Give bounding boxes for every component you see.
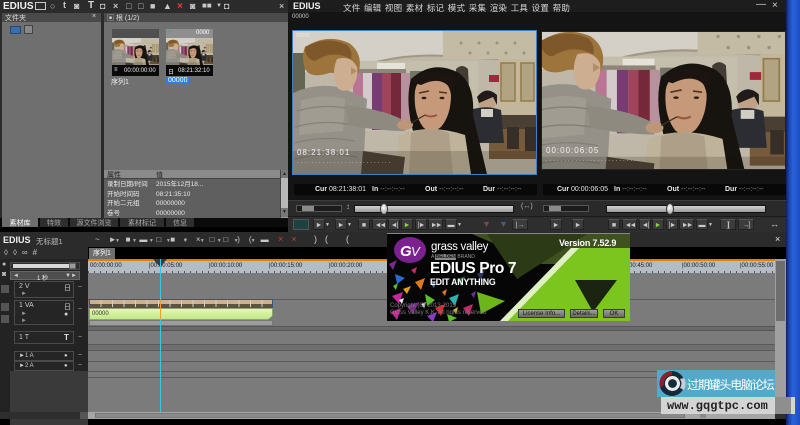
svg-text:V: V [411, 244, 421, 259]
